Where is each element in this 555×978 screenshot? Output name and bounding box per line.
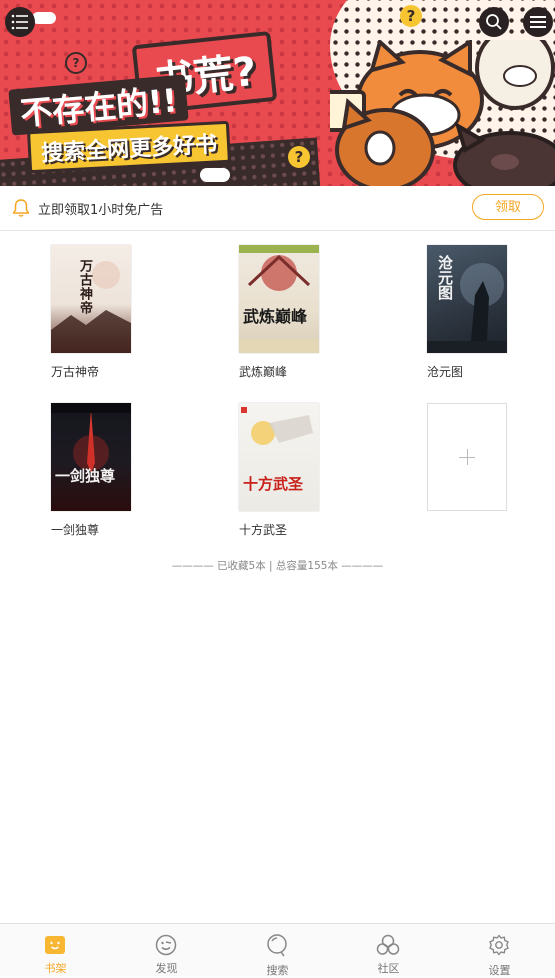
cartoon-cats-illustration bbox=[330, 40, 555, 186]
nav-community[interactable]: 社区 bbox=[333, 924, 444, 976]
book-cover[interactable]: 一剑独尊 bbox=[51, 403, 131, 511]
settings-gear-icon bbox=[489, 934, 509, 956]
book-title: 一剑独尊 bbox=[51, 523, 100, 537]
promo-banner[interactable]: ? ? ? ? 书荒? 不存在的!! 搜索全网更多好书 bbox=[0, 0, 555, 186]
add-book-button[interactable] bbox=[427, 403, 507, 511]
more-menu-button[interactable] bbox=[523, 7, 553, 37]
ad-free-notice-bar: 立即领取1小时免广告 领取 bbox=[0, 186, 555, 231]
menu-icon bbox=[530, 16, 546, 28]
book-title: 武炼巅峰 bbox=[239, 365, 288, 379]
cover-art bbox=[51, 403, 131, 473]
bell-icon bbox=[12, 199, 30, 217]
book-cover[interactable]: 万古神帝 bbox=[51, 245, 131, 353]
discover-icon bbox=[155, 934, 177, 956]
banner-decoration bbox=[32, 12, 56, 24]
cover-title: 万古神帝 bbox=[77, 259, 92, 315]
bookshelf-icon bbox=[45, 936, 65, 954]
book-title: 十方武圣 bbox=[239, 523, 288, 537]
question-mark-decoration: ? bbox=[65, 52, 87, 74]
nav-label: 设置 bbox=[488, 964, 511, 977]
menu-list-icon bbox=[11, 14, 28, 30]
nav-search[interactable]: 搜索 bbox=[222, 924, 333, 977]
bottom-navigation: 书架 发现 搜索 社区 设置 bbox=[0, 923, 555, 977]
book-title: 沧元图 bbox=[427, 365, 464, 379]
book-item[interactable]: 一剑独尊 一剑独尊 bbox=[51, 403, 133, 538]
menu-list-button[interactable] bbox=[5, 7, 35, 37]
cover-art bbox=[241, 407, 313, 445]
nav-label: 书架 bbox=[44, 962, 67, 975]
nav-discover[interactable]: 发现 bbox=[111, 924, 222, 976]
book-item[interactable]: 十方武圣 十方武圣 bbox=[239, 403, 321, 538]
book-item[interactable]: 万古神帝 万古神帝 bbox=[51, 245, 133, 380]
nav-label: 社区 bbox=[377, 962, 400, 975]
search-icon bbox=[267, 934, 287, 957]
book-title: 万古神帝 bbox=[51, 365, 100, 379]
banner-decoration bbox=[200, 168, 230, 182]
question-mark-decoration: ? bbox=[288, 146, 310, 168]
search-button[interactable] bbox=[479, 7, 509, 37]
book-cover[interactable]: 武炼巅峰 bbox=[239, 245, 319, 353]
book-cover[interactable]: 十方武圣 bbox=[239, 403, 319, 511]
book-item[interactable]: 沧元图 沧元图 bbox=[427, 245, 509, 380]
book-cover[interactable]: 沧元图 bbox=[427, 245, 507, 353]
community-icon bbox=[376, 934, 400, 955]
nav-settings[interactable]: 设置 bbox=[444, 924, 555, 977]
cover-title: 一剑独尊 bbox=[55, 467, 116, 485]
question-mark-decoration: ? bbox=[400, 5, 422, 27]
cover-title: 十方武圣 bbox=[243, 475, 304, 493]
nav-label: 发现 bbox=[155, 962, 178, 975]
collection-summary: ———— 已收藏5本 | 总容量155本 ———— bbox=[171, 560, 384, 572]
claim-button[interactable]: 领取 bbox=[472, 194, 544, 220]
book-item[interactable]: 武炼巅峰 武炼巅峰 bbox=[239, 245, 321, 380]
cover-title: 沧元图 bbox=[436, 255, 454, 300]
nav-label: 搜索 bbox=[266, 964, 289, 977]
notice-text: 立即领取1小时免广告 bbox=[38, 203, 164, 218]
search-icon bbox=[486, 14, 502, 30]
plus-icon bbox=[467, 449, 468, 465]
cover-art bbox=[239, 245, 319, 353]
nav-bookshelf[interactable]: 书架 bbox=[0, 924, 111, 976]
cover-title: 武炼巅峰 bbox=[243, 307, 308, 326]
